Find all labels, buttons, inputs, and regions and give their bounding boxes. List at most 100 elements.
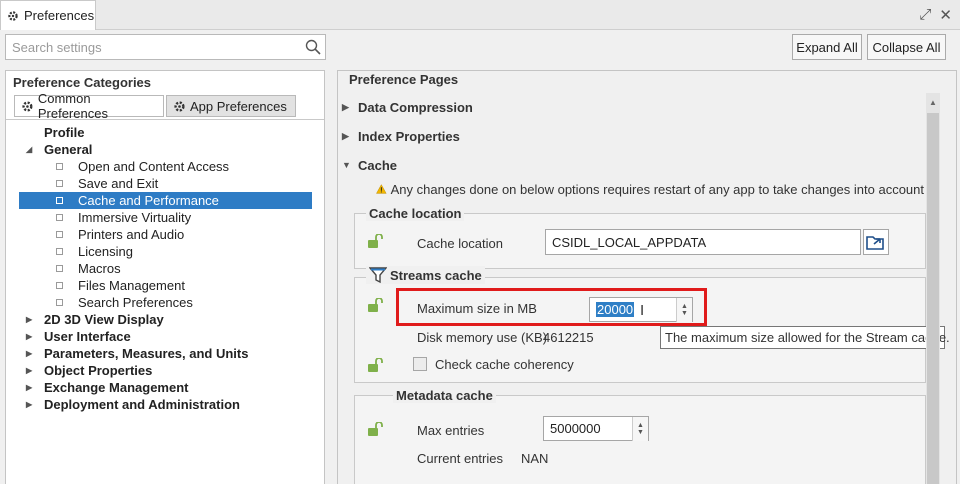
search-input[interactable] (12, 39, 302, 56)
unlocked-icon[interactable] (367, 358, 385, 372)
unlocked-icon[interactable] (367, 298, 385, 312)
node-icon (56, 163, 63, 170)
tree-item-files-management[interactable]: Files Management (6, 277, 312, 294)
tree-item-label: Printers and Audio (78, 227, 185, 242)
section-data-compression[interactable]: ▶ Data Compression (342, 98, 473, 116)
preference-pages-panel: Preference Pages ▶ Data Compression ▶ Inde… (337, 70, 957, 484)
browse-folder-button[interactable] (863, 229, 889, 255)
spinner-buttons[interactable]: ▲ ▼ (676, 298, 692, 322)
tree-item-save-and-exit[interactable]: Save and Exit (6, 175, 312, 192)
group-legend: Cache location (366, 206, 465, 221)
warning-icon (376, 184, 387, 194)
tree-item-exchange-management[interactable]: ▶ Exchange Management (6, 379, 312, 396)
metadata-cache-group: Metadata cache Max entries 5000000 ▲ ▼ Cu… (354, 388, 926, 484)
close-icon[interactable]: ✕ (939, 6, 952, 24)
tree-item-label: Profile (44, 125, 85, 140)
cache-location-field[interactable]: CSIDL_LOCAL_APPDATA (545, 229, 861, 255)
section-index-properties[interactable]: ▶ Index Properties (342, 127, 460, 145)
category-tree: Profile ◢ General Open and Content Access… (6, 119, 324, 412)
folder-open-icon (866, 236, 884, 250)
spin-up-icon[interactable]: ▲ (681, 303, 688, 310)
tab-common-preferences[interactable]: Common Preferences (14, 91, 164, 121)
unlocked-icon[interactable] (367, 234, 385, 248)
collapsed-arrow-icon[interactable]: ▶ (26, 366, 36, 375)
tree-item-object-properties[interactable]: ▶ Object Properties (6, 362, 312, 379)
section-cache[interactable]: ▼ Cache (342, 156, 397, 174)
current-entries-value: NAN (521, 451, 549, 466)
streams-cache-legend: Streams cache (390, 267, 482, 283)
spin-down-icon[interactable]: ▼ (637, 429, 644, 436)
tree-item-label: Immersive Virtuality (78, 210, 192, 225)
window-title: Preferences (24, 8, 95, 23)
tab-app-preferences[interactable]: App Preferences (166, 95, 296, 117)
collapsed-arrow-icon[interactable]: ▶ (26, 349, 36, 358)
tree-item-open-and-content-access[interactable]: Open and Content Access (6, 158, 312, 175)
tree-item-2d-3d-view-display[interactable]: ▶ 2D 3D View Display (6, 311, 312, 328)
check-cache-coherency-label: Check cache coherency (435, 357, 574, 372)
max-entries-stepper[interactable]: 5000000 ▲ ▼ (543, 416, 649, 441)
unlocked-icon[interactable] (367, 422, 385, 436)
tree-item-general[interactable]: ◢ General (6, 141, 312, 158)
tree-item-label: Parameters, Measures, and Units (44, 346, 249, 361)
window-tab[interactable]: Preferences (0, 0, 96, 30)
preference-categories-panel: Preference Categories Common Preferences… (5, 70, 325, 484)
tree-item-label: Macros (78, 261, 121, 276)
spinner-buttons[interactable]: ▲ ▼ (632, 417, 648, 441)
tree-item-parameters-measures-units[interactable]: ▶ Parameters, Measures, and Units (6, 345, 312, 362)
title-bar: Preferences ⤢ ✕ (0, 0, 960, 30)
tree-item-label: Deployment and Administration (44, 397, 240, 412)
disk-memory-use-value: 4612215 (543, 330, 594, 345)
search-icon[interactable] (305, 39, 321, 55)
gear-icon (174, 100, 185, 112)
tree-item-macros[interactable]: Macros (6, 260, 312, 277)
expanded-arrow-icon[interactable]: ◢ (26, 145, 36, 154)
tree-item-deployment-and-administration[interactable]: ▶ Deployment and Administration (6, 396, 312, 413)
collapsed-arrow-icon[interactable]: ▶ (26, 400, 36, 409)
tree-item-label: Exchange Management (44, 380, 189, 395)
tree-item-label: User Interface (44, 329, 131, 344)
cache-location-group: Cache location Cache location CSIDL_LOCA… (354, 206, 926, 269)
section-label: Cache (358, 157, 398, 173)
gear-icon (22, 100, 33, 112)
collapsed-arrow-icon[interactable]: ▶ (342, 131, 352, 142)
tree-item-label: Search Preferences (78, 295, 193, 310)
spin-up-icon[interactable]: ▲ (637, 422, 644, 429)
node-icon (56, 299, 63, 306)
tree-item-user-interface[interactable]: ▶ User Interface (6, 328, 312, 345)
spin-down-icon[interactable]: ▼ (681, 310, 688, 317)
maximize-icon[interactable]: ⤢ (919, 6, 931, 24)
section-label: Data Compression (358, 99, 473, 115)
max-entries-value: 5000000 (550, 421, 601, 436)
text-cursor-icon: I (640, 302, 645, 319)
scrollbar-thumb[interactable] (927, 113, 939, 484)
collapsed-arrow-icon[interactable]: ▶ (342, 102, 352, 113)
check-cache-coherency-checkbox[interactable] (413, 357, 427, 371)
tree-item-label: General (44, 142, 93, 157)
current-entries-label: Current entries (417, 451, 503, 466)
search-box[interactable] (5, 34, 326, 60)
expanded-arrow-icon[interactable]: ▼ (342, 160, 352, 170)
collapse-all-button[interactable]: Collapse All (867, 34, 946, 60)
tree-item-search-preferences[interactable]: Search Preferences (6, 294, 312, 311)
node-icon (56, 265, 63, 272)
collapsed-arrow-icon[interactable]: ▶ (26, 332, 36, 341)
tab-label: App Preferences (190, 98, 287, 114)
scroll-up-icon[interactable]: ▲ (926, 93, 940, 111)
node-icon (56, 197, 63, 204)
tree-item-printers-and-audio[interactable]: Printers and Audio (6, 226, 312, 243)
pages-heading: Preference Pages (349, 72, 459, 87)
expand-all-button[interactable]: Expand All (792, 34, 862, 60)
tree-item-cache-and-performance[interactable]: Cache and Performance (19, 192, 312, 209)
gear-icon (8, 10, 18, 21)
max-size-stepper[interactable]: 20000 I ▲ ▼ (589, 297, 693, 322)
tree-item-immersive-virtuality[interactable]: Immersive Virtuality (6, 209, 312, 226)
max-entries-label: Max entries (417, 423, 485, 438)
collapsed-arrow-icon[interactable]: ▶ (26, 383, 36, 392)
tree-item-profile[interactable]: Profile (6, 124, 312, 141)
node-icon (56, 282, 63, 289)
window-controls: ⤢ ✕ (919, 6, 952, 24)
group-legend: Streams cache (366, 266, 485, 284)
tree-item-licensing[interactable]: Licensing (6, 243, 312, 260)
field-value: CSIDL_LOCAL_APPDATA (552, 234, 707, 250)
collapsed-arrow-icon[interactable]: ▶ (26, 315, 36, 324)
